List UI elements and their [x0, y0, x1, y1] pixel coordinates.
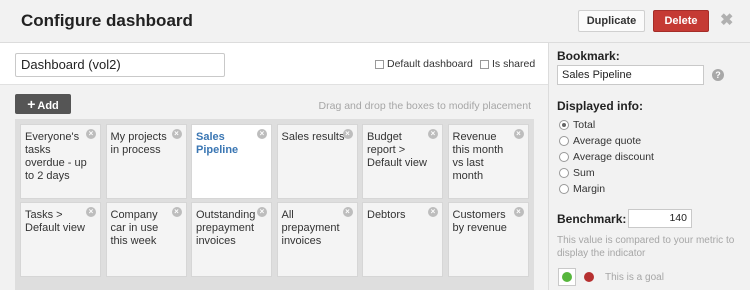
- displayed-info-radio[interactable]: Sum: [559, 167, 595, 179]
- tile-label: All prepayment invoices: [281, 209, 340, 247]
- delete-button[interactable]: Delete: [653, 10, 709, 32]
- help-icon[interactable]: ?: [712, 69, 724, 81]
- green-indicator-icon: [562, 272, 572, 282]
- radio-label: Average discount: [573, 151, 654, 163]
- radio-dot[interactable]: [559, 120, 569, 130]
- remove-icon[interactable]: ×: [86, 207, 96, 217]
- tile-label: My projects in process: [110, 131, 167, 156]
- displayed-info-radio[interactable]: Average quote: [559, 135, 641, 147]
- tile-label: Everyone's tasks overdue - up to 2 days: [25, 131, 87, 182]
- dashboard-tile[interactable]: All prepayment invoices ×: [276, 202, 358, 277]
- tile-label: Budget report > Default view: [367, 131, 427, 169]
- default-dashboard-checkbox[interactable]: Default dashboard: [375, 58, 473, 70]
- benchmark-note: This value is compared to your metric to…: [557, 235, 735, 259]
- default-dashboard-label: Default dashboard: [387, 58, 473, 70]
- dashboard-tile[interactable]: Customers by revenue ×: [447, 202, 529, 277]
- close-icon[interactable]: ✖: [720, 10, 733, 30]
- is-shared-label: Is shared: [492, 58, 536, 70]
- drag-hint: Drag and drop the boxes to modify placem…: [318, 100, 531, 112]
- displayed-info-radio[interactable]: Average discount: [559, 151, 654, 163]
- radio-dot[interactable]: [559, 152, 569, 162]
- tile-label: Tasks > Default view: [25, 209, 85, 234]
- goal-red-option[interactable]: [584, 272, 594, 282]
- remove-icon[interactable]: ×: [513, 129, 524, 139]
- dashboard-tile[interactable]: Tasks > Default view ×: [20, 202, 101, 277]
- benchmark-label: Benchmark:: [557, 212, 627, 226]
- tile-label: Sales Pipeline: [196, 131, 239, 156]
- add-button[interactable]: + Add: [15, 94, 71, 114]
- dashboard-tile[interactable]: Company car in use this week ×: [105, 202, 187, 277]
- remove-icon[interactable]: ×: [86, 129, 96, 139]
- remove-icon[interactable]: ×: [342, 129, 353, 139]
- radio-dot[interactable]: [559, 136, 569, 146]
- remove-icon[interactable]: ×: [171, 129, 182, 139]
- radio-label: Sum: [573, 167, 595, 179]
- remove-icon[interactable]: ×: [513, 207, 524, 217]
- tile-label: Debtors: [367, 209, 406, 221]
- tile-label: Customers by revenue: [452, 209, 507, 234]
- checkbox-box[interactable]: [480, 59, 489, 69]
- checkbox-box[interactable]: [375, 59, 384, 69]
- radio-dot[interactable]: [559, 184, 569, 194]
- tile-label: Outstanding prepayment invoices: [196, 209, 256, 247]
- dashboard-tile[interactable]: Outstanding prepayment invoices ×: [191, 202, 272, 277]
- dashboard-editor: Dashboard (vol2) Default dashboard Is sh…: [0, 43, 548, 290]
- remove-icon[interactable]: ×: [257, 207, 267, 217]
- dashboard-tile[interactable]: Sales Pipeline ×: [191, 124, 272, 199]
- tile-settings-panel: Bookmark: Sales Pipeline ? Displayed inf…: [548, 43, 750, 290]
- dashboard-name-input[interactable]: Dashboard (vol2): [15, 53, 225, 77]
- displayed-info-label: Displayed info:: [557, 99, 644, 113]
- bookmark-label: Bookmark:: [557, 49, 620, 63]
- dashboard-tile[interactable]: Debtors ×: [362, 202, 443, 277]
- tile-grid: Everyone's tasks overdue - up to 2 days ×…: [15, 119, 534, 290]
- tiles-area: + Add Drag and drop the boxes to modify p…: [0, 84, 548, 290]
- remove-icon[interactable]: ×: [428, 129, 438, 139]
- remove-icon[interactable]: ×: [428, 207, 438, 217]
- is-shared-checkbox[interactable]: Is shared: [480, 58, 535, 70]
- add-label: Add: [37, 100, 59, 112]
- displayed-info-radio[interactable]: Margin: [559, 183, 605, 195]
- radio-label: Total: [573, 119, 596, 131]
- dialog-title: Configure dashboard: [21, 11, 193, 30]
- benchmark-input[interactable]: 140: [628, 209, 692, 228]
- tile-label: Sales results: [281, 131, 345, 143]
- radio-dot[interactable]: [559, 168, 569, 178]
- bookmark-input[interactable]: Sales Pipeline: [557, 65, 704, 85]
- dashboard-tile[interactable]: Revenue this month vs last month ×: [447, 124, 529, 199]
- remove-icon[interactable]: ×: [171, 207, 182, 217]
- dashboard-tile[interactable]: Budget report > Default view ×: [362, 124, 443, 199]
- goal-green-option[interactable]: [558, 268, 576, 286]
- radio-label: Margin: [573, 183, 606, 195]
- remove-icon[interactable]: ×: [257, 129, 267, 139]
- dialog-header: Configure dashboard Duplicate Delete ✖: [0, 0, 750, 43]
- radio-label: Average quote: [573, 135, 642, 147]
- plus-icon: +: [27, 96, 36, 112]
- duplicate-button[interactable]: Duplicate: [578, 10, 645, 32]
- dashboard-tile[interactable]: Everyone's tasks overdue - up to 2 days ×: [20, 124, 101, 199]
- dashboard-tile[interactable]: Sales results ×: [276, 124, 358, 199]
- goal-text: This is a goal: [605, 272, 664, 283]
- tile-label: Revenue this month vs last month: [452, 131, 504, 182]
- displayed-info-radio[interactable]: Total: [559, 119, 595, 131]
- remove-icon[interactable]: ×: [342, 207, 353, 217]
- tile-label: Company car in use this week: [110, 209, 159, 247]
- dashboard-tile[interactable]: My projects in process ×: [105, 124, 187, 199]
